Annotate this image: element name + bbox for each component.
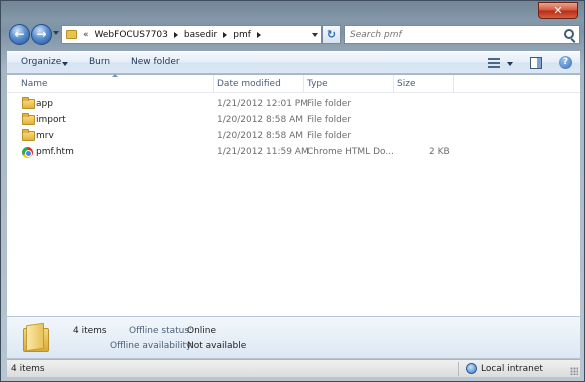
preview-pane-icon[interactable] bbox=[530, 57, 542, 69]
breadcrumb-item[interactable]: WebFOCUS7703 bbox=[95, 30, 168, 40]
file-name: mrv bbox=[36, 131, 54, 141]
views-icon[interactable] bbox=[488, 58, 500, 68]
file-size: 2 KB bbox=[429, 147, 450, 157]
forward-button[interactable]: → bbox=[31, 24, 52, 45]
folder-icon bbox=[22, 129, 35, 141]
folder-icon bbox=[66, 30, 77, 39]
offline-status-label: Offline status: bbox=[129, 326, 193, 336]
offline-availability-label: Offline availability: bbox=[110, 341, 194, 351]
help-icon[interactable]: ? bbox=[559, 56, 572, 69]
file-name: import bbox=[36, 115, 66, 125]
folder-icon bbox=[23, 322, 49, 352]
title-bar[interactable] bbox=[1, 1, 584, 19]
column-divider[interactable] bbox=[393, 75, 394, 93]
search-input[interactable] bbox=[350, 29, 560, 40]
file-type: File folder bbox=[307, 115, 352, 125]
breadcrumb-chevron-icon[interactable] bbox=[256, 31, 261, 38]
offline-status-value: Online bbox=[187, 326, 217, 336]
search-icon[interactable] bbox=[564, 29, 574, 39]
sort-indicator-icon bbox=[112, 74, 118, 77]
burn-button[interactable]: Burn bbox=[89, 57, 110, 67]
folder-icon bbox=[22, 113, 35, 125]
file-date: 1/20/2012 8:58 AM bbox=[217, 131, 304, 141]
file-type: File folder bbox=[307, 99, 352, 109]
column-header-size[interactable]: Size bbox=[397, 79, 415, 89]
breadcrumb-overflow-button[interactable]: « bbox=[83, 30, 89, 40]
file-type: File folder bbox=[307, 131, 352, 141]
chevron-down-icon[interactable] bbox=[62, 62, 68, 66]
file-date: 1/21/2012 11:59 AM bbox=[217, 147, 309, 157]
breadcrumb-chevron-icon[interactable] bbox=[173, 31, 178, 38]
column-header-name[interactable]: Name bbox=[21, 79, 48, 89]
column-divider[interactable] bbox=[303, 75, 304, 93]
status-bar: 4 items Local intranet bbox=[7, 359, 580, 377]
folder-icon bbox=[22, 97, 35, 109]
organize-button[interactable]: Organize bbox=[21, 57, 61, 67]
file-date: 1/20/2012 8:58 AM bbox=[217, 115, 304, 125]
file-row[interactable]: app 1/21/2012 12:01 PM File folder bbox=[7, 97, 580, 113]
file-row[interactable]: import 1/20/2012 8:58 AM File folder bbox=[7, 113, 580, 129]
navigation-bar: ← → « WebFOCUS7703 basedir pmf ↻ bbox=[7, 23, 580, 47]
explorer-window: ✕ ← → « WebFOCUS7703 basedir pmf ↻ Organ… bbox=[0, 0, 585, 382]
file-type: Chrome HTML Do... bbox=[307, 147, 394, 157]
item-count: 4 items bbox=[73, 326, 107, 336]
command-bar: Organize Burn New folder ? bbox=[7, 51, 580, 74]
address-bar[interactable]: « WebFOCUS7703 basedir pmf bbox=[61, 25, 322, 44]
file-row[interactable]: pmf.htm 1/21/2012 11:59 AM Chrome HTML D… bbox=[7, 145, 580, 161]
status-item-count: 4 items bbox=[11, 364, 45, 374]
close-button[interactable]: ✕ bbox=[538, 2, 578, 19]
address-dropdown-icon[interactable] bbox=[312, 33, 318, 37]
back-button[interactable]: ← bbox=[9, 24, 30, 45]
file-row[interactable]: mrv 1/20/2012 8:58 AM File folder bbox=[7, 129, 580, 145]
resize-grip-icon[interactable] bbox=[570, 367, 578, 375]
column-divider[interactable] bbox=[453, 75, 454, 93]
security-zone: Local intranet bbox=[481, 364, 543, 374]
file-name: app bbox=[36, 99, 53, 109]
search-box[interactable] bbox=[344, 25, 580, 44]
status-divider bbox=[458, 362, 459, 376]
file-name: pmf.htm bbox=[36, 147, 74, 157]
column-headers: Name Date modified Type Size bbox=[7, 74, 580, 93]
offline-availability-value: Not available bbox=[187, 341, 247, 351]
details-pane: 4 items Offline status: Online Offline a… bbox=[7, 316, 580, 358]
column-header-date-modified[interactable]: Date modified bbox=[217, 79, 281, 89]
column-header-type[interactable]: Type bbox=[307, 79, 328, 89]
column-divider[interactable] bbox=[213, 75, 214, 93]
chrome-html-icon bbox=[22, 147, 33, 158]
recent-pages-chevron-icon[interactable] bbox=[53, 31, 59, 35]
refresh-button[interactable]: ↻ bbox=[322, 25, 341, 44]
breadcrumb-chevron-icon[interactable] bbox=[223, 31, 228, 38]
new-folder-button[interactable]: New folder bbox=[131, 57, 180, 67]
chevron-down-icon[interactable] bbox=[507, 62, 513, 66]
file-list: Name Date modified Type Size app 1/21/20… bbox=[7, 74, 580, 316]
breadcrumb-item[interactable]: pmf bbox=[233, 30, 251, 40]
intranet-globe-icon bbox=[466, 363, 477, 374]
file-date: 1/21/2012 12:01 PM bbox=[217, 99, 308, 109]
breadcrumb-item[interactable]: basedir bbox=[184, 30, 217, 40]
